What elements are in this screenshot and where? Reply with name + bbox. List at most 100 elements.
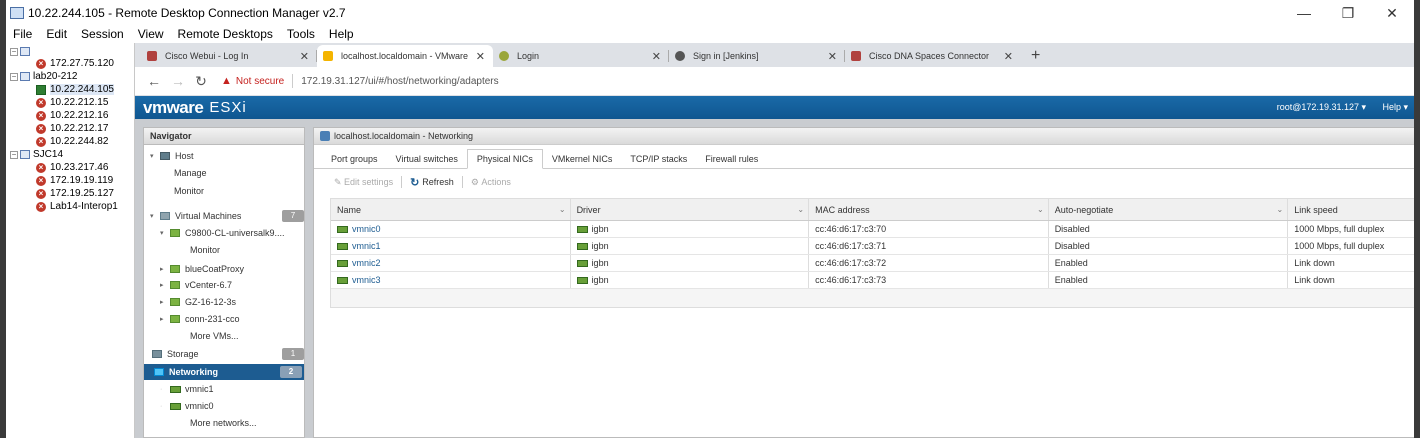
nav-vm-monitor[interactable]: Monitor: [190, 245, 220, 255]
collapse-icon[interactable]: −: [10, 72, 18, 81]
tree-server[interactable]: × 172.19.25.127: [36, 187, 114, 200]
user-menu[interactable]: root@172.19.31.127 ▾: [1277, 102, 1366, 113]
not-secure-label[interactable]: Not secure: [236, 76, 284, 87]
forward-arrow-icon[interactable]: →: [171, 73, 185, 89]
column-header-link-speed[interactable]: Link speed: [1288, 199, 1414, 220]
actions-button[interactable]: Actions: [481, 177, 511, 187]
nav-host[interactable]: ▾ Host: [150, 151, 194, 161]
tree-server[interactable]: × 10.22.212.16: [36, 109, 108, 122]
caret-right-icon[interactable]: ▸: [160, 265, 170, 273]
nav-virtual-machines[interactable]: ▾ Virtual Machines 7: [150, 210, 304, 222]
close-tab-icon[interactable]: ✕: [828, 50, 837, 63]
browser-tab[interactable]: Cisco Webui - Log In ✕: [141, 45, 317, 67]
panel-header: localhost.localdomain - Networking: [314, 128, 1414, 145]
refresh-button[interactable]: Refresh: [422, 177, 454, 187]
column-header-mac[interactable]: MAC address ⌄: [809, 199, 1049, 220]
window-title: 10.22.244.105 - Remote Desktop Connectio…: [28, 6, 346, 20]
nav-vm[interactable]: ▸ GZ-16-12-3s: [160, 297, 236, 307]
menu-file[interactable]: File: [6, 26, 39, 43]
tree-group[interactable]: − lab20-212: [10, 70, 77, 83]
column-header-name[interactable]: Name ⌄: [331, 199, 571, 220]
nav-manage[interactable]: Manage: [174, 168, 207, 178]
tree-server[interactable]: × 10.23.217.46: [36, 161, 108, 174]
caret-right-icon[interactable]: ▸: [160, 281, 170, 289]
caret-right-icon[interactable]: ▸: [160, 298, 170, 306]
nav-vmnic0[interactable]: · vmnic0: [160, 401, 214, 411]
column-header-autoneg[interactable]: Auto-negotiate ⌄: [1049, 199, 1289, 220]
help-menu[interactable]: Help ▾: [1382, 102, 1408, 113]
nav-more-networks[interactable]: More networks...: [190, 418, 257, 428]
close-tab-icon[interactable]: ✕: [652, 50, 661, 63]
table-row[interactable]: vmnic1 igbn cc:46:d6:17:c3:71 Disabled 1…: [331, 238, 1414, 255]
menu-remote-desktops[interactable]: Remote Desktops: [171, 26, 280, 43]
caret-right-icon[interactable]: ▸: [160, 315, 170, 323]
tree-server[interactable]: × 10.22.212.17: [36, 122, 108, 135]
tree-server[interactable]: × 10.22.212.15: [36, 96, 108, 109]
browser-tab[interactable]: Sign in [Jenkins] ✕: [669, 45, 845, 67]
maximize-button[interactable]: ❐: [1326, 0, 1370, 26]
close-tab-icon[interactable]: ✕: [1004, 50, 1013, 63]
url-input[interactable]: 172.19.31.127/ui/#/host/networking/adapt…: [301, 76, 498, 87]
tree-group[interactable]: − SJC14: [10, 148, 63, 161]
nav-storage[interactable]: Storage 1: [152, 348, 304, 360]
tab-vmkernel-nics[interactable]: VMkernel NICs: [543, 150, 622, 168]
chevron-down-icon[interactable]: ⌄: [559, 205, 566, 214]
menu-session[interactable]: Session: [74, 26, 131, 43]
close-button[interactable]: ✕: [1370, 0, 1414, 26]
browser-tab[interactable]: Login ✕: [493, 45, 669, 67]
table-row[interactable]: vmnic3 igbn cc:46:d6:17:c3:73 Enabled Li…: [331, 272, 1414, 289]
table-row[interactable]: vmnic2 igbn cc:46:d6:17:c3:72 Enabled Li…: [331, 255, 1414, 272]
edit-settings-button[interactable]: Edit settings: [344, 177, 393, 187]
tree-server[interactable]: × Lab14-Interop1: [36, 200, 118, 213]
nic-name-link[interactable]: vmnic3: [352, 275, 381, 285]
menu-edit[interactable]: Edit: [39, 26, 74, 43]
nic-name-link[interactable]: vmnic1: [352, 241, 381, 251]
nav-vm[interactable]: ▸ conn-231-cco: [160, 314, 240, 324]
esxi-body: Navigator ▾ Host Manage Monitor ▾ Virtual …: [135, 119, 1414, 438]
column-header-driver[interactable]: Driver ⌄: [571, 199, 810, 220]
networking-count-badge: 2: [280, 366, 302, 378]
tree-group-root[interactable]: −: [10, 45, 33, 58]
new-tab-button[interactable]: +: [1021, 45, 1050, 67]
nav-vm[interactable]: ▸ blueCoatProxy: [160, 264, 244, 274]
tab-firewall-rules[interactable]: Firewall rules: [696, 150, 767, 168]
tab-physical-nics[interactable]: Physical NICs: [466, 149, 543, 169]
nic-name-link[interactable]: vmnic2: [352, 258, 381, 268]
warning-icon[interactable]: ▲: [221, 75, 232, 87]
browser-tab-active[interactable]: localhost.localdomain - VMware ✕: [317, 45, 493, 67]
menu-help[interactable]: Help: [322, 26, 361, 43]
tab-tcpip-stacks[interactable]: TCP/IP stacks: [621, 150, 696, 168]
physical-nics-table: Name ⌄ Driver ⌄ MAC address ⌄ Auto-negotiat…: [330, 198, 1414, 308]
tree-server[interactable]: × 10.22.244.82: [36, 135, 108, 148]
collapse-icon[interactable]: −: [10, 47, 18, 56]
nav-vmnic1[interactable]: · vmnic1: [160, 384, 214, 394]
minimize-button[interactable]: —: [1282, 0, 1326, 26]
browser-tab[interactable]: Cisco DNA Spaces Connector ✕: [845, 45, 1021, 67]
nic-name-link[interactable]: vmnic0: [352, 224, 381, 234]
nav-more-vms[interactable]: More VMs...: [190, 331, 239, 341]
reload-icon[interactable]: ↻: [195, 73, 207, 90]
nav-vm[interactable]: ▾ C9800-CL-universalk9....: [160, 228, 285, 238]
nav-networking[interactable]: Networking 2: [144, 364, 304, 380]
caret-down-icon[interactable]: ▾: [150, 152, 160, 160]
menu-tools[interactable]: Tools: [280, 26, 322, 43]
tree-server[interactable]: × 172.27.75.120: [36, 57, 114, 70]
back-arrow-icon[interactable]: ←: [147, 73, 161, 89]
close-tab-icon[interactable]: ✕: [300, 50, 309, 63]
nav-monitor[interactable]: Monitor: [174, 186, 204, 196]
table-row[interactable]: vmnic0 igbn cc:46:d6:17:c3:70 Disabled 1…: [331, 221, 1414, 238]
chevron-down-icon[interactable]: ⌄: [1037, 205, 1044, 214]
chevron-down-icon[interactable]: ⌄: [1277, 205, 1284, 214]
tree-server[interactable]: × 172.19.19.119: [36, 174, 113, 187]
caret-down-icon[interactable]: ▾: [160, 229, 170, 237]
nav-vm[interactable]: ▸ vCenter-6.7: [160, 280, 232, 290]
caret-down-icon[interactable]: ▾: [150, 212, 160, 220]
close-tab-icon[interactable]: ✕: [476, 50, 485, 63]
menu-view[interactable]: View: [131, 26, 171, 43]
chevron-down-icon[interactable]: ⌄: [797, 205, 804, 214]
tab-port-groups[interactable]: Port groups: [322, 150, 387, 168]
vm-count-badge: 7: [282, 210, 304, 222]
collapse-icon[interactable]: −: [10, 150, 18, 159]
tab-virtual-switches[interactable]: Virtual switches: [387, 150, 467, 168]
tree-server-connected[interactable]: 10.22.244.105: [36, 83, 114, 96]
